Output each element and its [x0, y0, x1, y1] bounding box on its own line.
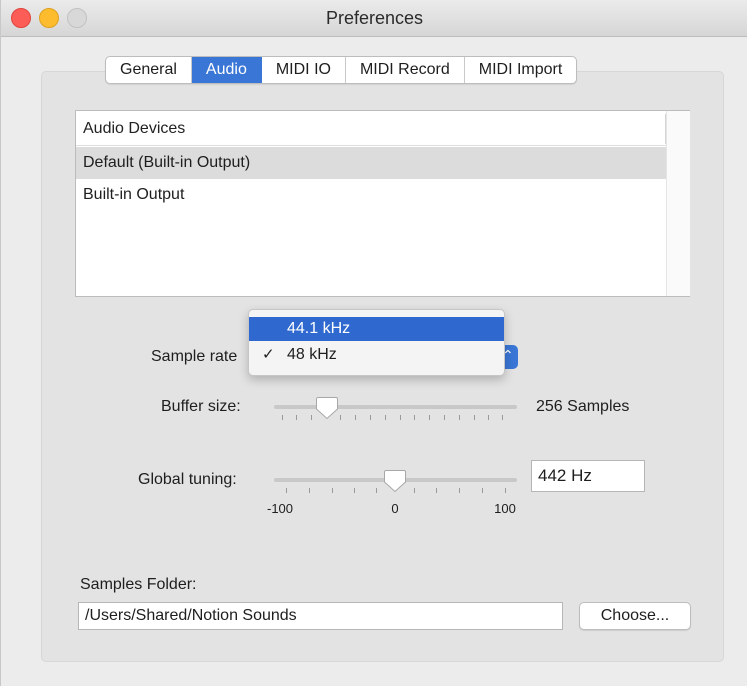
tuning-mid-label: 0: [391, 501, 399, 516]
global-tuning-label: Global tuning:: [138, 471, 237, 488]
slider-thumb[interactable]: [384, 469, 406, 493]
audio-devices-list[interactable]: Audio Devices Default (Built-in Output) …: [75, 110, 690, 297]
tab-audio[interactable]: Audio: [191, 57, 262, 83]
menu-item-48-khz[interactable]: ✓ 48 kHz: [249, 343, 504, 367]
device-row-default[interactable]: Default (Built-in Output): [76, 147, 666, 179]
tick-mark: [488, 415, 489, 420]
tick-mark: [482, 488, 483, 493]
choose-button[interactable]: Choose...: [579, 602, 691, 630]
window-title: Preferences: [325, 8, 424, 28]
tick-mark: [436, 488, 437, 493]
tick-mark: [332, 488, 333, 493]
tick-mark: [414, 488, 415, 493]
tick-mark: [376, 488, 377, 493]
sample-rate-menu: 44.1 kHz ✓ 48 kHz: [248, 309, 505, 376]
tab-midi-import[interactable]: MIDI Import: [465, 57, 577, 83]
buffer-size-slider[interactable]: [274, 396, 517, 426]
preferences-window: Preferences General Audio MIDI IO MIDI R…: [0, 0, 747, 686]
tick-mark: [459, 415, 460, 420]
tick-mark: [286, 488, 287, 493]
menu-item-label: 48 kHz: [287, 346, 337, 363]
device-row-built-in[interactable]: Built-in Output: [76, 179, 666, 211]
tick-mark: [400, 415, 401, 420]
slider-track: [274, 405, 517, 409]
buffer-size-value: 256 Samples: [536, 398, 630, 415]
tuning-min-label: -100: [266, 501, 294, 516]
tick-mark: [385, 415, 386, 420]
slider-thumb[interactable]: [316, 396, 338, 420]
menu-item-label: 44.1 kHz: [287, 320, 351, 337]
tick-mark: [474, 415, 475, 420]
checkmark-icon: ✓: [262, 346, 275, 363]
tick-mark: [354, 488, 355, 493]
tick-mark: [311, 415, 312, 420]
tick-mark: [370, 415, 371, 420]
tick-mark: [502, 415, 503, 420]
tick-mark: [309, 488, 310, 493]
tick-mark: [296, 415, 297, 420]
menu-item-44-1-khz[interactable]: 44.1 kHz: [249, 317, 504, 341]
tab-midi-record[interactable]: MIDI Record: [346, 57, 465, 83]
list-scrollbar[interactable]: [666, 111, 690, 296]
sample-rate-label: Sample rate: [151, 348, 238, 365]
tick-mark: [282, 415, 283, 420]
buffer-size-label: Buffer size:: [161, 398, 241, 415]
audio-devices-header[interactable]: Audio Devices: [76, 111, 666, 146]
tick-mark: [414, 415, 415, 420]
tuning-value-field[interactable]: 442 Hz: [531, 460, 645, 492]
tick-mark: [355, 415, 356, 420]
title-bar[interactable]: Preferences: [1, 0, 747, 37]
tick-mark: [505, 488, 506, 493]
tab-bar: General Audio MIDI IO MIDI Record MIDI I…: [105, 56, 578, 84]
samples-folder-label: Samples Folder:: [80, 576, 197, 593]
tick-mark: [459, 488, 460, 493]
tick-mark: [340, 415, 341, 420]
tab-midi-io[interactable]: MIDI IO: [262, 57, 346, 83]
tuning-max-label: 100: [494, 501, 516, 516]
samples-folder-path-field[interactable]: /Users/Shared/Notion Sounds: [78, 602, 563, 630]
tick-mark: [429, 415, 430, 420]
tick-mark: [444, 415, 445, 420]
global-tuning-slider[interactable]: [274, 469, 517, 499]
tab-general[interactable]: General: [106, 57, 192, 83]
